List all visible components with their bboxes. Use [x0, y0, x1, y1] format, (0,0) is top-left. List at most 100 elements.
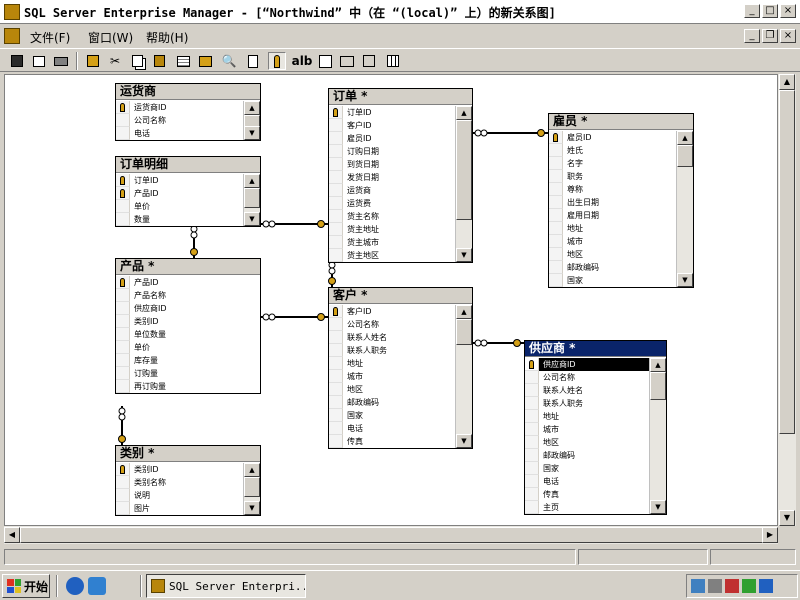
row-selector[interactable]: [116, 114, 130, 127]
script-icon[interactable]: [244, 52, 262, 70]
column-row[interactable]: 国家: [525, 462, 649, 475]
table-scroll-down-button[interactable]: ▼: [677, 273, 693, 287]
row-selector[interactable]: [329, 370, 343, 383]
row-selector[interactable]: [329, 223, 343, 236]
row-selector[interactable]: [329, 145, 343, 158]
horizontal-scrollbar[interactable]: ◀ ▶: [4, 526, 778, 544]
column-row[interactable]: 货主城市: [329, 236, 455, 249]
table-scroll-down-button[interactable]: ▼: [244, 501, 260, 515]
scroll-right-button[interactable]: ▶: [762, 527, 778, 543]
row-selector[interactable]: [329, 119, 343, 132]
column-row[interactable]: 地区: [549, 248, 676, 261]
column-row[interactable]: 客户ID: [329, 119, 455, 132]
row-selector[interactable]: [525, 371, 539, 384]
column-row[interactable]: 运货商ID: [116, 101, 243, 114]
column-row[interactable]: 类别名称: [116, 476, 243, 489]
row-selector[interactable]: [329, 318, 343, 331]
table-scroll-up-button[interactable]: ▲: [650, 358, 666, 372]
column-row[interactable]: 运货费: [329, 197, 455, 210]
copy-icon[interactable]: [128, 52, 146, 70]
maximize-button[interactable]: □: [762, 4, 778, 18]
taskbar-item-enterprise-manager[interactable]: SQL Server Enterpri...: [146, 574, 306, 598]
zoom-icon[interactable]: 🔍: [220, 52, 238, 70]
table-scroll-down-button[interactable]: ▼: [456, 248, 472, 262]
table-scroll-down-button[interactable]: ▼: [650, 500, 666, 514]
column-row[interactable]: 订单ID: [329, 106, 455, 119]
column-row[interactable]: 职务: [549, 170, 676, 183]
row-selector[interactable]: [329, 210, 343, 223]
row-selector[interactable]: [329, 184, 343, 197]
column-row[interactable]: 地区: [525, 436, 649, 449]
row-selector[interactable]: [116, 328, 130, 341]
close-button[interactable]: ×: [780, 4, 796, 18]
column-row[interactable]: 传真: [329, 435, 455, 448]
arrange-selection-icon[interactable]: [338, 52, 356, 70]
column-row[interactable]: 单价: [116, 341, 260, 354]
row-selector[interactable]: [549, 209, 563, 222]
row-selector[interactable]: [525, 397, 539, 410]
enterprise-manager-icon[interactable]: [4, 4, 20, 20]
row-selector[interactable]: [116, 302, 130, 315]
document-icon[interactable]: [4, 28, 20, 44]
vertical-scrollbar[interactable]: ▲ ▼: [778, 74, 796, 526]
table-scroll-up-button[interactable]: ▲: [244, 463, 260, 477]
menu-window[interactable]: 窗口(W): [88, 29, 133, 46]
paste-icon[interactable]: [150, 52, 168, 70]
key-icon[interactable]: [116, 174, 130, 187]
column-row[interactable]: 供应商ID: [116, 302, 260, 315]
print-icon[interactable]: [52, 52, 70, 70]
row-selector[interactable]: [549, 157, 563, 170]
table-scrollbar[interactable]: ▲ ▼: [676, 131, 693, 287]
row-selector[interactable]: [116, 367, 130, 380]
column-row[interactable]: 电话: [525, 475, 649, 488]
add-table-icon[interactable]: [174, 52, 192, 70]
column-row[interactable]: 城市: [525, 423, 649, 436]
diagram-canvas[interactable]: 运货商 运货商ID 公司名称 电话 ▲ ▼ 订单明细 订单ID 产品ID 单价 数量 ▲ ▼ 产品 * 产品…: [4, 74, 778, 526]
row-selector[interactable]: [329, 236, 343, 249]
scroll-thumb[interactable]: [779, 90, 795, 434]
row-selector[interactable]: [329, 435, 343, 448]
column-row[interactable]: 订单ID: [116, 174, 243, 187]
column-row[interactable]: 雇员ID: [329, 132, 455, 145]
column-row[interactable]: 联系人职务: [329, 344, 455, 357]
column-row[interactable]: 姓氏: [549, 144, 676, 157]
column-row[interactable]: 名字: [549, 157, 676, 170]
table-scroll-up-button[interactable]: ▲: [244, 174, 260, 188]
table-scrollbar[interactable]: ▲ ▼: [455, 106, 472, 262]
column-row[interactable]: 类别ID: [116, 315, 260, 328]
row-selector[interactable]: [549, 235, 563, 248]
table-scrollbar[interactable]: ▲ ▼: [243, 174, 260, 226]
table-title[interactable]: 订单明细: [116, 157, 260, 173]
table-box[interactable]: 类别 * 类别ID 类别名称 说明 图片 ▲ ▼: [115, 445, 261, 516]
table-scroll-up-button[interactable]: ▲: [456, 305, 472, 319]
row-selector[interactable]: [525, 423, 539, 436]
column-row[interactable]: 供应商ID: [525, 358, 649, 371]
row-selector[interactable]: [329, 132, 343, 145]
row-selector[interactable]: [116, 127, 130, 140]
column-row[interactable]: 客户ID: [329, 305, 455, 318]
table-scroll-thumb[interactable]: [244, 188, 260, 208]
column-row[interactable]: 产品名称: [116, 289, 260, 302]
table-title[interactable]: 客户 *: [329, 288, 472, 304]
key-icon[interactable]: [525, 358, 539, 371]
column-row[interactable]: 再订购量: [116, 380, 260, 393]
column-row[interactable]: 公司名称: [329, 318, 455, 331]
show-relationship-labels-button[interactable]: alb: [292, 52, 313, 70]
column-row[interactable]: 城市: [549, 235, 676, 248]
security-icon[interactable]: [742, 579, 756, 593]
key-icon[interactable]: [329, 106, 343, 119]
table-scrollbar[interactable]: ▲ ▼: [243, 101, 260, 140]
row-selector[interactable]: [329, 383, 343, 396]
table-box[interactable]: 客户 * 客户ID 公司名称 联系人姓名 联系人职务 地址 城市 地区 邮政编码 国家 电话 传真 ▲ ▼: [328, 287, 473, 449]
column-row[interactable]: 发货日期: [329, 171, 455, 184]
column-row[interactable]: 库存量: [116, 354, 260, 367]
document-close-button[interactable]: ×: [780, 29, 796, 43]
menu-file[interactable]: 文件(F): [30, 29, 70, 46]
table-scroll-thumb[interactable]: [650, 372, 666, 400]
table-title[interactable]: 供应商 *: [525, 341, 666, 357]
column-row[interactable]: 联系人姓名: [329, 331, 455, 344]
key-icon[interactable]: [116, 276, 130, 289]
table-box[interactable]: 雇员 * 雇员ID 姓氏 名字 职务 尊称 出生日期 雇用日期 地址 城市 地区 邮政编码 国家 ▲ ▼: [548, 113, 694, 288]
autosize-tables-icon[interactable]: [360, 52, 378, 70]
column-row[interactable]: 订购量: [116, 367, 260, 380]
